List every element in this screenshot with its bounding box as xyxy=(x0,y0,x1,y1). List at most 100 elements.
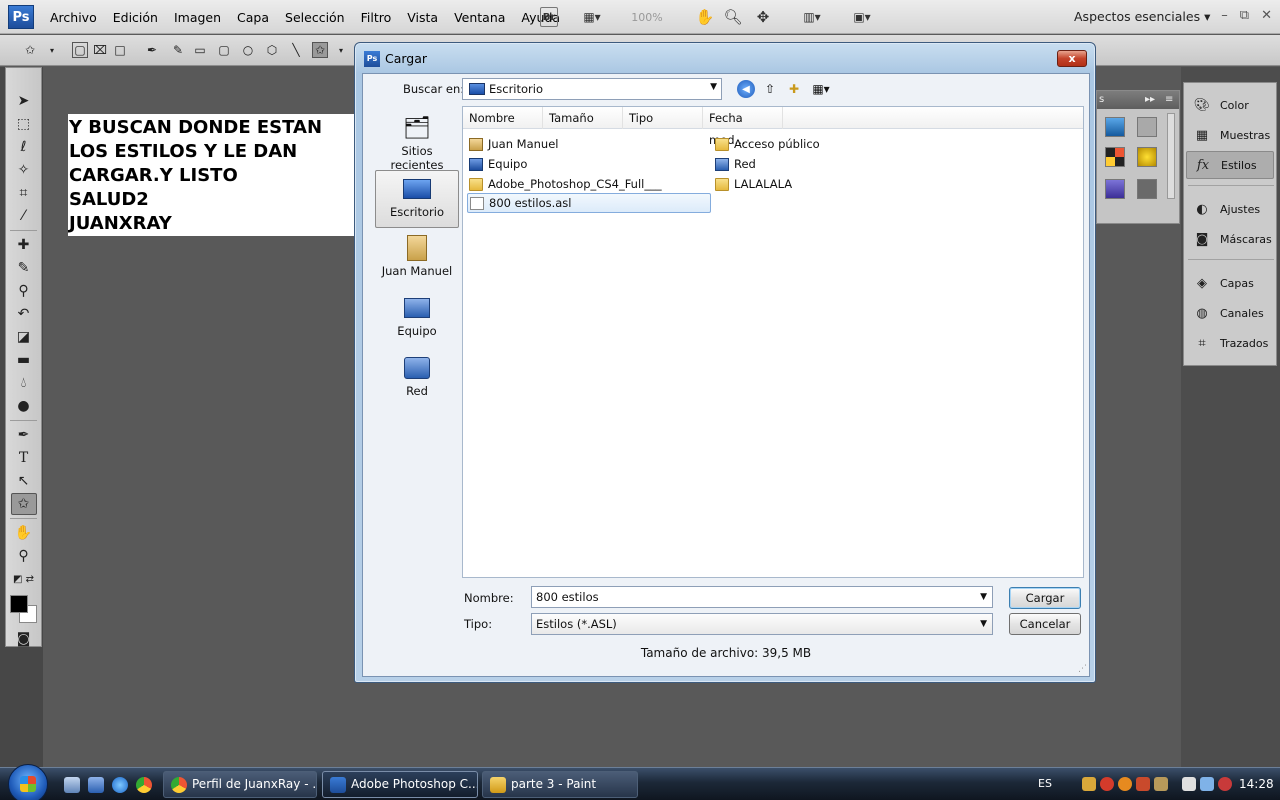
style-swatch[interactable] xyxy=(1137,147,1157,167)
marquee-tool-icon[interactable]: ⬚ xyxy=(11,113,37,135)
file-name-input[interactable]: 800 estilos ▼ xyxy=(531,586,993,608)
column-type[interactable]: Tipo xyxy=(623,107,703,129)
healing-brush-tool-icon[interactable]: ✚ xyxy=(11,234,37,256)
volume-muted-icon[interactable] xyxy=(1218,777,1232,791)
eraser-tool-icon[interactable]: ◪ xyxy=(11,326,37,348)
style-swatch[interactable] xyxy=(1137,179,1157,199)
view-menu-icon[interactable]: ▦▾ xyxy=(809,80,833,98)
cancel-button[interactable]: Cancelar xyxy=(1009,613,1081,635)
resize-grip-icon[interactable]: ⋰ xyxy=(1078,664,1087,674)
preset-dropdown-icon[interactable]: ▾ xyxy=(44,42,60,58)
paths-icon[interactable]: ⌧ xyxy=(92,42,108,58)
tray-app-icon[interactable] xyxy=(1082,777,1096,791)
line-icon[interactable]: ╲ xyxy=(288,42,304,58)
document-canvas[interactable]: Y BUSCAN DONDE ESTAN LOS ESTILOS Y LE DA… xyxy=(68,114,354,236)
quick-mask-icon[interactable]: ◙ xyxy=(11,628,37,650)
panel-paths[interactable]: ⌗ Trazados xyxy=(1186,329,1274,357)
pen-icon[interactable]: ✒ xyxy=(144,42,160,58)
menu-filtro[interactable]: Filtro xyxy=(353,10,400,25)
task-photoshop[interactable]: Adobe Photoshop C... xyxy=(322,771,478,798)
screen-mode-icon[interactable]: ▣▾ xyxy=(846,7,878,27)
restore-icon[interactable]: ⧉ xyxy=(1240,8,1249,23)
place-recent[interactable]: 🗂︎ Sitios recientes xyxy=(375,110,459,173)
place-desktop[interactable]: Escritorio xyxy=(375,170,459,228)
panel-menu-icon[interactable]: ≡ xyxy=(1165,91,1173,109)
place-computer[interactable]: Equipo xyxy=(375,290,459,348)
style-swatch[interactable] xyxy=(1105,117,1125,137)
hand-tool-icon[interactable]: ✋ xyxy=(11,522,37,544)
chrome-icon[interactable] xyxy=(136,777,152,793)
show-desktop-icon[interactable] xyxy=(64,777,80,793)
list-item[interactable]: LALALALA xyxy=(715,175,792,193)
styles-tab[interactable]: s xyxy=(1099,94,1104,105)
default-colors-icon[interactable]: ◩ ⇄ xyxy=(11,568,37,590)
style-swatch[interactable] xyxy=(1105,179,1125,199)
tray-misc-icon[interactable] xyxy=(1154,777,1168,791)
zoom-tool-icon[interactable]: ⚲ xyxy=(11,545,37,567)
tray-alert-icon[interactable] xyxy=(1136,777,1150,791)
load-button[interactable]: Cargar xyxy=(1009,587,1081,609)
custom-shape-preset-icon[interactable]: ✩ xyxy=(22,42,38,58)
column-size[interactable]: Tamaño xyxy=(543,107,623,129)
file-list[interactable]: Nombre Tamaño Tipo Fecha mod... Juan Man… xyxy=(462,106,1084,578)
bridge-button[interactable]: Br xyxy=(540,7,558,27)
collapse-icon[interactable]: ▸▸ xyxy=(1145,91,1155,109)
up-folder-icon[interactable]: ⇧ xyxy=(761,80,779,98)
foreground-color-swatch[interactable] xyxy=(10,595,28,613)
close-button[interactable]: x xyxy=(1057,50,1087,67)
zoom-level[interactable]: 100% xyxy=(624,7,670,27)
tray-device-icon[interactable] xyxy=(1182,777,1196,791)
place-network[interactable]: Red xyxy=(375,350,459,408)
workspace-switcher[interactable]: Aspectos esenciales ▾ xyxy=(1074,0,1210,34)
type-tool-icon[interactable]: T xyxy=(11,447,37,469)
chevron-down-icon[interactable]: ▼ xyxy=(980,614,987,634)
tray-update-icon[interactable] xyxy=(1118,777,1132,791)
panel-layers[interactable]: ◈ Capas xyxy=(1186,269,1274,297)
mini-bridge-icon[interactable]: ▦▾ xyxy=(576,7,608,27)
hand-tool-icon[interactable]: ✋ xyxy=(696,7,715,27)
lasso-tool-icon[interactable]: ℓ xyxy=(11,136,37,158)
rectangle-icon[interactable]: ▭ xyxy=(192,42,208,58)
eyedropper-tool-icon[interactable]: ⁄ xyxy=(11,205,37,227)
style-swatch[interactable] xyxy=(1137,117,1157,137)
network-status-icon[interactable] xyxy=(1200,777,1214,791)
list-item[interactable]: Red xyxy=(715,155,756,173)
list-item[interactable]: Adobe_Photoshop_CS4_Full___ xyxy=(469,175,662,193)
magic-wand-tool-icon[interactable]: ✧ xyxy=(11,159,37,181)
menu-imagen[interactable]: Imagen xyxy=(166,10,229,25)
look-in-dropdown[interactable]: Escritorio ▼ xyxy=(462,78,722,100)
new-folder-icon[interactable]: ✚ xyxy=(785,80,803,98)
menu-ventana[interactable]: Ventana xyxy=(446,10,513,25)
history-brush-tool-icon[interactable]: ↶ xyxy=(11,303,37,325)
blur-tool-icon[interactable]: 💧︎ xyxy=(11,372,37,394)
arrange-documents-icon[interactable]: ▥▾ xyxy=(796,7,828,27)
dodge-tool-icon[interactable]: ● xyxy=(11,395,37,417)
rotate-view-icon[interactable]: ✥ xyxy=(754,7,772,27)
shape-dropdown-icon[interactable]: ▾ xyxy=(333,42,349,58)
panel-masks[interactable]: ◙ Máscaras xyxy=(1186,225,1274,253)
close-icon[interactable]: ✕ xyxy=(1261,8,1272,23)
task-chrome[interactable]: Perfil de JuanxRay - ... xyxy=(163,771,317,798)
list-item[interactable]: Juan Manuel xyxy=(469,135,559,153)
switch-windows-icon[interactable] xyxy=(88,777,104,793)
style-swatch[interactable] xyxy=(1105,147,1125,167)
column-name[interactable]: Nombre xyxy=(463,107,543,129)
minimize-icon[interactable]: – xyxy=(1221,8,1228,23)
panel-styles[interactable]: fx Estilos xyxy=(1186,151,1274,179)
tray-security-icon[interactable] xyxy=(1100,777,1114,791)
place-user[interactable]: Juan Manuel xyxy=(375,230,459,288)
rounded-rectangle-icon[interactable]: ▢ xyxy=(216,42,232,58)
panel-color[interactable]: 🎨︎ Color xyxy=(1186,91,1274,119)
column-date-modified[interactable]: Fecha mod... xyxy=(703,107,783,147)
list-item[interactable]: Equipo xyxy=(469,155,527,173)
pen-tool-icon[interactable]: ✒ xyxy=(11,424,37,446)
file-type-select[interactable]: Estilos (*.ASL) ▼ xyxy=(531,613,993,635)
panel-channels[interactable]: ◍ Canales xyxy=(1186,299,1274,327)
crop-tool-icon[interactable]: ⌗ xyxy=(11,182,37,204)
ellipse-icon[interactable]: ○ xyxy=(240,42,256,58)
internet-explorer-icon[interactable] xyxy=(112,777,128,793)
custom-shape-tool-icon[interactable]: ✩ xyxy=(10,493,37,515)
shape-layers-icon[interactable]: ▢ xyxy=(72,42,88,58)
chevron-down-icon[interactable]: ▼ xyxy=(980,587,987,607)
freeform-pen-icon[interactable]: ✎ xyxy=(170,42,186,58)
